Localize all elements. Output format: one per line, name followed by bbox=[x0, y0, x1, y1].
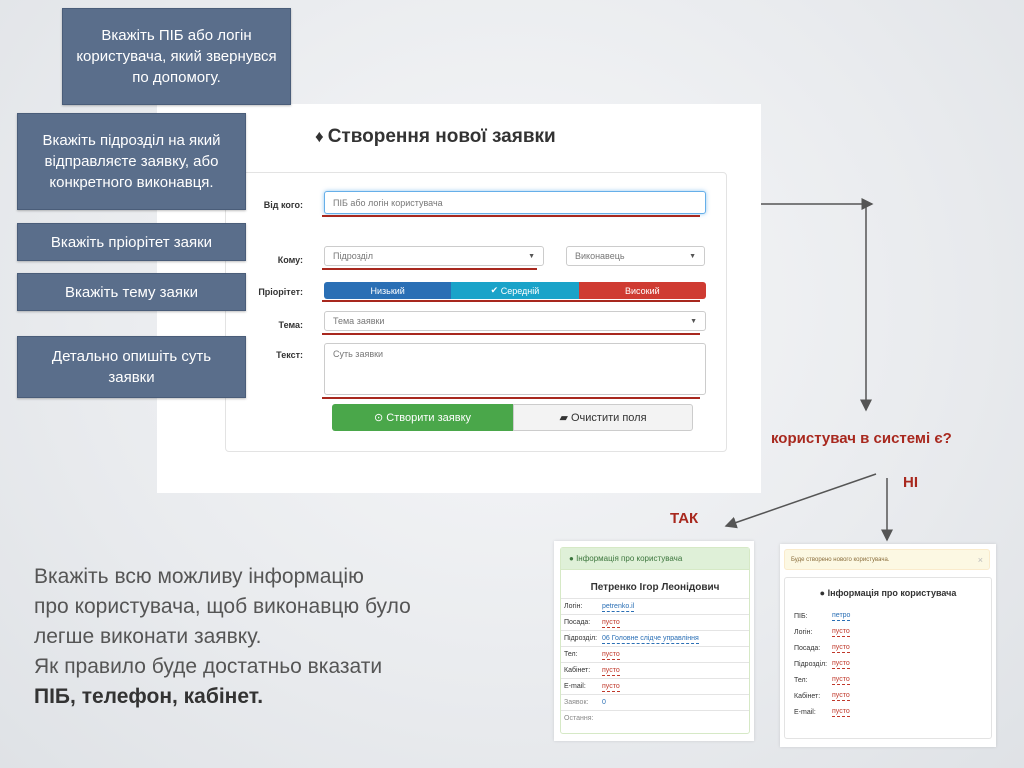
circle-check-icon: ⊙ bbox=[374, 412, 387, 424]
subject-label: Тема: bbox=[278, 320, 303, 330]
chevron-down-icon: ▼ bbox=[690, 317, 697, 325]
info-row-email: E-mail: пусто bbox=[794, 708, 850, 717]
card-inner: ● Інформація про користувача ПІБ: петро Л… bbox=[784, 577, 992, 739]
close-icon[interactable]: × bbox=[978, 555, 983, 565]
priority-underline bbox=[322, 300, 700, 302]
eraser-icon: ▰ bbox=[559, 412, 571, 424]
info-row-office: Кабінет: пусто bbox=[561, 662, 749, 678]
user-icon: ● bbox=[819, 588, 828, 598]
info-row-requests: Заявок: 0 bbox=[561, 694, 749, 710]
subject-select[interactable]: Тема заявки ▼ bbox=[324, 311, 706, 331]
text-label: Текст: bbox=[276, 350, 303, 360]
clear-fields-button[interactable]: ▰ Очистити поля bbox=[513, 404, 693, 431]
callout-subject: Вкажіть тему заяки bbox=[17, 273, 246, 311]
question-user-exists: користувач в системі є? bbox=[771, 430, 952, 447]
info-row-position: Посада: пусто bbox=[561, 614, 749, 630]
callout-priority: Вкажіть пріорітет заяки bbox=[17, 223, 246, 261]
info-row-office: Кабінет: пусто bbox=[794, 692, 850, 701]
check-icon: ✔ bbox=[490, 285, 501, 295]
info-row-department: Підрозділ: пусто bbox=[794, 660, 850, 669]
subject-underline bbox=[322, 333, 700, 335]
info-row-phone: Тел: пусто bbox=[794, 676, 850, 685]
info-row-login: Логін: пусто bbox=[794, 628, 850, 637]
answer-no: НІ bbox=[903, 474, 918, 491]
card-header: ● Інформація про користувача bbox=[819, 588, 957, 598]
callout-user: Вкажіть ПІБ або логін користувача, який … bbox=[62, 8, 291, 105]
info-row-login: Логін: petrenko.il bbox=[561, 598, 749, 614]
new-user-alert: Буде створено нового користувача. × bbox=[784, 549, 990, 570]
text-underline bbox=[322, 397, 700, 399]
card-header: ● Інформація про користувача bbox=[561, 548, 749, 570]
department-select[interactable]: Підрозділ ▼ bbox=[324, 246, 544, 266]
to-label: Кому: bbox=[277, 255, 303, 265]
new-user-card: Буде створено нового користувача. × ● Ін… bbox=[780, 544, 996, 747]
from-input[interactable]: ПІБ або логін користувача bbox=[324, 191, 706, 214]
info-row-phone: Тел: пусто bbox=[561, 646, 749, 662]
card-inner: ● Інформація про користувача Петренко Іг… bbox=[560, 547, 750, 734]
user-icon: ● bbox=[569, 554, 577, 563]
instructions-text: Вкажіть всю можливу інформацію про корис… bbox=[34, 565, 411, 708]
info-row-name: ПІБ: петро bbox=[794, 612, 851, 621]
priority-label: Пріорітет: bbox=[258, 287, 303, 297]
user-full-name: Петренко Ігор Леонідович bbox=[590, 582, 720, 593]
priority-high-button[interactable]: Високий bbox=[578, 282, 706, 299]
from-label: Від кого: bbox=[263, 200, 303, 210]
info-row-position: Посада: пусто bbox=[794, 644, 850, 653]
info-row-email: E-mail: пусто bbox=[561, 678, 749, 694]
priority-medium-button[interactable]: ✔ Середній bbox=[451, 282, 579, 299]
chevron-down-icon: ▼ bbox=[689, 252, 696, 260]
create-request-button[interactable]: ⊙ Створити заявку bbox=[332, 404, 513, 431]
executor-select[interactable]: Виконавець ▼ bbox=[566, 246, 705, 266]
existing-user-card: ● Інформація про користувача Петренко Іг… bbox=[554, 541, 754, 741]
tag-icon: ♦ bbox=[315, 127, 324, 146]
info-row-department: Підрозділ: 06 Головне слідче управління bbox=[561, 630, 749, 646]
priority-low-button[interactable]: Низький bbox=[324, 282, 452, 299]
info-row-last: Остання: bbox=[561, 710, 749, 726]
department-underline bbox=[322, 268, 537, 270]
form-title: ♦ Створення нової заявки bbox=[315, 126, 556, 147]
callout-department: Вкажіть підрозділ на який відправляєте з… bbox=[17, 113, 246, 210]
chevron-down-icon: ▼ bbox=[528, 252, 535, 260]
callout-text: Детально опишіть суть заявки bbox=[17, 336, 246, 398]
answer-yes: ТАК bbox=[670, 510, 699, 527]
text-area[interactable]: Суть заявки bbox=[324, 343, 706, 395]
from-underline bbox=[322, 215, 700, 217]
priority-toggle: Низький ✔ Середній Високий bbox=[324, 282, 706, 299]
